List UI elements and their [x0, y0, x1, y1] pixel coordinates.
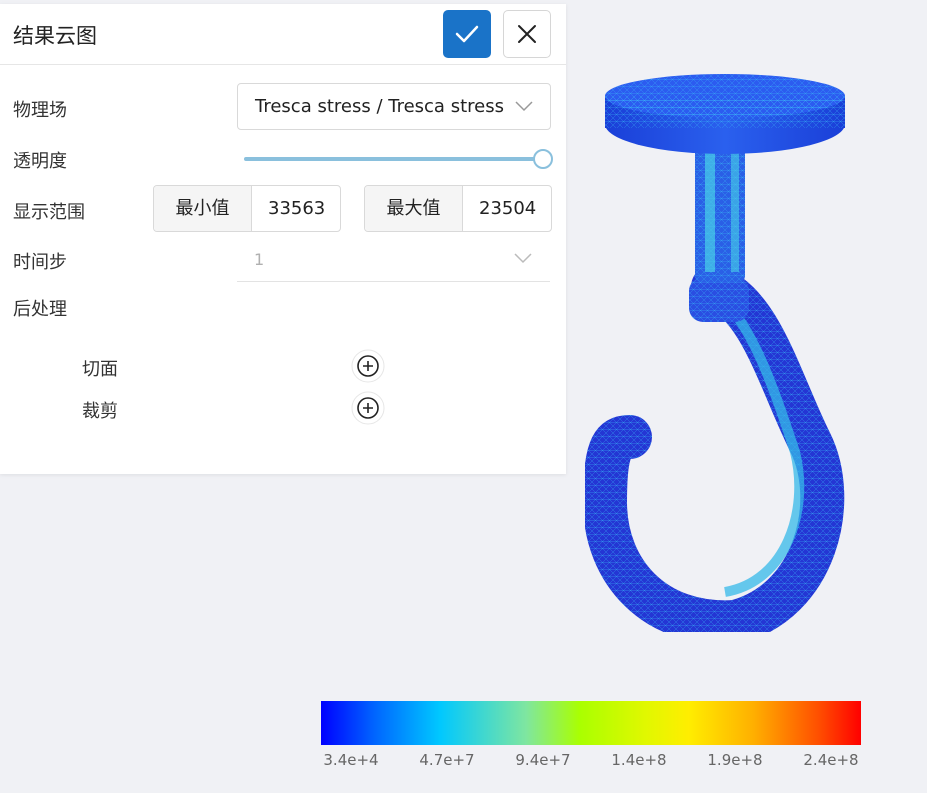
check-icon — [455, 25, 479, 43]
colorbar-tick: 4.7e+7 — [419, 751, 475, 769]
add-clip-button[interactable] — [351, 391, 385, 425]
timestep-select[interactable]: 1 — [237, 240, 550, 282]
colorbar-tick: 2.4e+8 — [803, 751, 859, 769]
plus-circle-icon — [351, 391, 385, 425]
range-max-group: 最大值 23504 — [364, 185, 552, 232]
hook-model-render[interactable] — [582, 62, 865, 645]
chevron-down-icon — [515, 101, 533, 112]
confirm-button[interactable] — [443, 10, 491, 58]
colorbar-tick: 1.9e+8 — [707, 751, 763, 769]
close-button[interactable] — [503, 10, 551, 58]
panel-header: 结果云图 — [0, 4, 566, 65]
opacity-slider-track[interactable] — [244, 157, 542, 161]
range-label: 显示范围 — [13, 202, 85, 223]
field-select[interactable]: Tresca stress / Tresca stress — [237, 83, 551, 130]
colorbar-tick: 3.4e+4 — [323, 751, 379, 769]
field-select-value: Tresca stress / Tresca stress — [255, 96, 504, 117]
range-min-label: 最小值 — [154, 186, 252, 231]
colorbar-tick: 1.4e+8 — [611, 751, 667, 769]
clip-label: 裁剪 — [82, 401, 118, 422]
range-max-input[interactable]: 23504 — [479, 186, 536, 231]
colorbar-tick: 9.4e+7 — [515, 751, 571, 769]
plus-circle-icon — [351, 349, 385, 383]
timestep-label: 时间步 — [13, 252, 67, 273]
add-slice-button[interactable] — [351, 349, 385, 383]
opacity-slider-handle[interactable] — [533, 149, 553, 169]
chevron-down-icon — [514, 253, 532, 264]
field-label: 物理场 — [13, 100, 67, 121]
color-scale-bar — [321, 701, 861, 745]
timestep-value: 1 — [254, 250, 265, 269]
panel-title: 结果云图 — [13, 24, 97, 48]
close-icon — [518, 25, 536, 43]
range-min-group: 最小值 33563 — [153, 185, 341, 232]
range-max-label: 最大值 — [365, 186, 463, 231]
range-min-input[interactable]: 33563 — [268, 186, 325, 231]
opacity-label: 透明度 — [13, 151, 67, 172]
result-contour-panel: 结果云图 物理场 Tresca stress / Tresca stress 透… — [0, 4, 566, 474]
slice-label: 切面 — [82, 359, 118, 380]
postprocess-label: 后处理 — [13, 299, 67, 320]
